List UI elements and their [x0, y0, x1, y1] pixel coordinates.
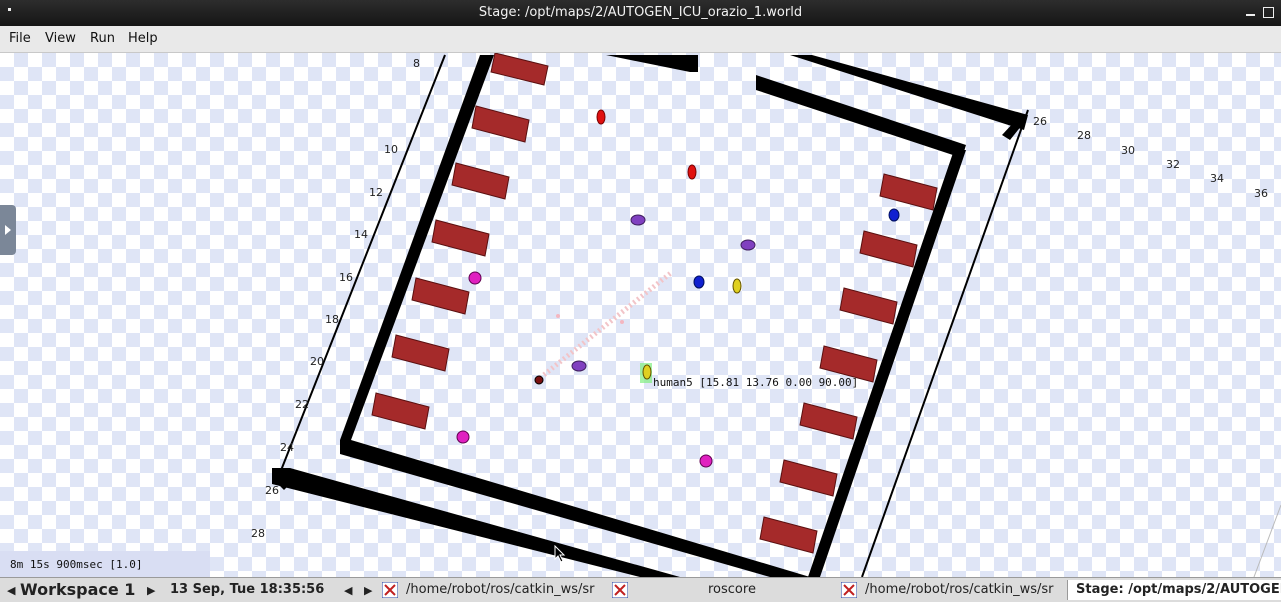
axis-tick-left: 18 [325, 313, 339, 326]
axis-tick-top: 30 [1121, 144, 1135, 157]
bed [859, 230, 918, 268]
beds-left [371, 53, 549, 430]
wall-top-outer [790, 55, 1028, 130]
workspace-label[interactable]: Workspace 1 [20, 580, 135, 599]
wall-top-inner [756, 75, 966, 158]
bed [490, 53, 549, 86]
taskbar: ◀ Workspace 1 ▶ 13 Sep, Tue 18:35:56 ◀ ▶… [0, 577, 1281, 602]
axis-tick-left: 22 [295, 398, 309, 411]
axis-tick-left: 28 [251, 527, 265, 540]
axis-tick-top: 32 [1166, 158, 1180, 171]
terminal-icon [382, 582, 398, 598]
task-roscore[interactable]: roscore [608, 580, 834, 600]
terminal-icon [612, 582, 628, 598]
menu-run[interactable]: Run [90, 31, 115, 46]
human-purple [740, 239, 756, 251]
task-label: /home/robot/ros/catkin_ws/sr [865, 582, 1054, 597]
axis-tick-left: 24 [280, 441, 294, 454]
axis-tick-left: 14 [354, 228, 368, 241]
task-next-icon[interactable]: ▶ [364, 584, 372, 597]
task-label: Stage: /opt/maps/2/AUTOGEN_ICU_orazio_1.… [1076, 582, 1281, 597]
minimize-icon[interactable] [1246, 7, 1255, 16]
maximize-icon[interactable] [1263, 7, 1274, 18]
axis-tick-top: 28 [1077, 129, 1091, 142]
axis-tick-top: 36 [1254, 187, 1268, 200]
menu-help[interactable]: Help [128, 31, 158, 46]
workspace-next-icon[interactable]: ▶ [147, 584, 155, 597]
bed [431, 219, 490, 257]
axis-tick-left: 20 [310, 355, 324, 368]
menu-view[interactable]: View [45, 31, 76, 46]
bed [371, 392, 430, 430]
human5-selected [640, 363, 652, 383]
bed [779, 459, 838, 497]
mouse-cursor-icon [554, 545, 566, 563]
wall-top-segment [606, 55, 698, 72]
sim-time: 8m 15s 900msec [1.0] [10, 558, 143, 571]
human-magenta [456, 430, 470, 444]
menu-file[interactable]: File [9, 31, 31, 46]
axis-tick-left: 26 [265, 484, 279, 497]
task-prev-icon[interactable]: ◀ [344, 584, 352, 597]
axis-tick-left: 10 [384, 143, 398, 156]
axis-tick-left: 16 [339, 271, 353, 284]
task-label: /home/robot/ros/catkin_ws/sr [406, 582, 595, 597]
human-blue [693, 275, 705, 289]
sim-status-box: 8m 15s 900msec [1.0] [0, 551, 210, 577]
human-purple [571, 360, 587, 372]
bed [451, 162, 510, 200]
robot-trail [538, 270, 674, 380]
task-stage-active[interactable]: Stage: /opt/maps/2/AUTOGEN_ICU_orazio_1.… [1067, 580, 1281, 600]
axis-tick-left: 8 [413, 57, 420, 70]
bed [799, 402, 858, 440]
human-magenta [699, 454, 713, 468]
robot [534, 375, 544, 385]
human-blue [888, 208, 900, 222]
human-magenta [468, 271, 482, 285]
simulation-canvas[interactable]: 8 10 12 14 16 18 20 22 24 26 28 26 28 30… [0, 53, 1281, 577]
beds-right [759, 173, 938, 554]
axis-tick-top: 34 [1210, 172, 1224, 185]
window-title: Stage: /opt/maps/2/AUTOGEN_ICU_orazio_1.… [478, 5, 803, 20]
selected-human-label: human5 [15.81 13.76 0.00 90.00] [653, 376, 859, 389]
human-red [687, 164, 697, 180]
bed [759, 516, 818, 554]
clock: 13 Sep, Tue 18:35:56 [170, 582, 325, 597]
outer-boundary-far [1253, 504, 1281, 577]
axis-tick-left: 12 [369, 186, 383, 199]
task-terminal-1[interactable]: /home/robot/ros/catkin_ws/sr [378, 580, 604, 600]
window-titlebar[interactable]: Stage: /opt/maps/2/AUTOGEN_ICU_orazio_1.… [0, 0, 1281, 26]
bed [471, 105, 530, 143]
bed [879, 173, 938, 211]
task-terminal-2[interactable]: /home/robot/ros/catkin_ws/sr [837, 580, 1065, 600]
task-label: roscore [708, 582, 756, 597]
side-panel-handle[interactable] [0, 205, 16, 255]
workspace-prev-icon[interactable]: ◀ [7, 584, 15, 597]
bed [839, 287, 898, 325]
human-red [596, 109, 606, 125]
terminal-icon [841, 582, 857, 598]
menu-bar: File View Run Help [0, 26, 1281, 53]
human-purple [630, 214, 646, 226]
bed [391, 334, 450, 372]
axis-tick-top: 26 [1033, 115, 1047, 128]
bed [411, 277, 470, 315]
human-yellow [732, 278, 742, 294]
